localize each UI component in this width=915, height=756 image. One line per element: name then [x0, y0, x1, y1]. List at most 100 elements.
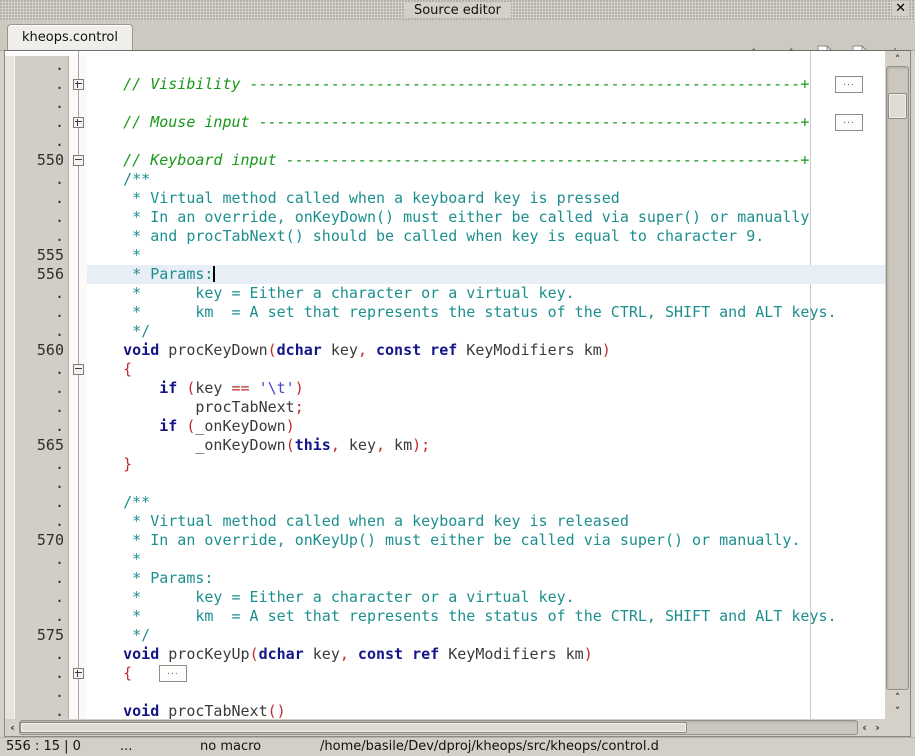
code-text: // Visibility --------------------------…: [87, 75, 885, 94]
code-line[interactable]: .: [5, 94, 885, 113]
code-line[interactable]: .: [5, 474, 885, 493]
code-line[interactable]: . void procKeyUp(dchar key, const ref Ke…: [5, 645, 885, 664]
code-line[interactable]: . {...: [5, 664, 885, 683]
code-line[interactable]: . * and procTabNext() should be called w…: [5, 227, 885, 246]
code-token: {: [87, 664, 132, 682]
tab-kheops-control[interactable]: kheops.control: [7, 24, 133, 50]
caret-position-status: 556 : 15 | 0: [6, 739, 81, 754]
code-line[interactable]: 556 * Params:: [5, 265, 885, 284]
line-dot: .: [5, 170, 69, 189]
source-editor-window: Source editor ✕ kheops.control: [0, 0, 915, 756]
horizontal-scrollbar[interactable]: ‹ ‹ ›: [5, 719, 885, 736]
fold-expand-box-icon[interactable]: [73, 668, 84, 679]
code-line[interactable]: . // Mouse input -----------------------…: [5, 113, 885, 132]
code-token: [177, 379, 186, 397]
code-token: [177, 417, 186, 435]
line-number: 555: [5, 246, 69, 265]
code-line[interactable]: . *: [5, 550, 885, 569]
code-line[interactable]: . if (key == '\t'): [5, 379, 885, 398]
code-token: key: [304, 645, 340, 663]
code-line[interactable]: . * Virtual method called when a keyboar…: [5, 189, 885, 208]
code-line[interactable]: 570 * In an override, onKeyUp() must eit…: [5, 531, 885, 550]
horizontal-scroll-track[interactable]: [19, 720, 858, 735]
scroll-right-button[interactable]: ›: [871, 720, 884, 735]
code-line[interactable]: . * km = A set that represents the statu…: [5, 303, 885, 322]
vertical-scrollbar[interactable]: ˄ ˄ ˅: [885, 51, 910, 719]
code-line[interactable]: 555 *: [5, 246, 885, 265]
code-text: * and procTabNext() should be called whe…: [87, 227, 885, 246]
folded-code-ellipsis-box[interactable]: ...: [835, 114, 863, 131]
code-token: ==: [232, 379, 250, 397]
code-line[interactable]: . {: [5, 360, 885, 379]
window-close-button[interactable]: ✕: [892, 1, 909, 16]
code-line[interactable]: 550 // Keyboard input ------------------…: [5, 151, 885, 170]
code-line[interactable]: . * key = Either a character or a virtua…: [5, 284, 885, 303]
code-line[interactable]: . * km = A set that represents the statu…: [5, 607, 885, 626]
scroll-up-button[interactable]: ˄: [886, 52, 909, 66]
code-token: // Keyboard input ----------------------…: [87, 151, 809, 169]
code-text: if (_onKeyDown): [87, 417, 885, 436]
fold-collapse-box-icon[interactable]: [73, 364, 84, 375]
code-token: key: [340, 436, 376, 454]
code-line[interactable]: . void procTabNext(): [5, 702, 885, 719]
code-token: ): [286, 417, 295, 435]
scroll-down-button[interactable]: ˅: [886, 704, 909, 718]
folded-code-ellipsis-box[interactable]: ...: [835, 76, 863, 93]
code-line[interactable]: . * In an override, onKeyDown() must eit…: [5, 208, 885, 227]
code-line[interactable]: . if (_onKeyDown): [5, 417, 885, 436]
code-token: this: [295, 436, 331, 454]
code-text: _onKeyDown(this, key, km);: [87, 436, 885, 455]
window-titlebar[interactable]: Source editor ✕: [0, 0, 915, 20]
scroll-up-button-secondary[interactable]: ˄: [886, 690, 909, 704]
code-line[interactable]: . /**: [5, 170, 885, 189]
code-line[interactable]: . procTabNext;: [5, 398, 885, 417]
code-line[interactable]: 575 */: [5, 626, 885, 645]
window-title: Source editor: [404, 3, 511, 18]
code-token: }: [87, 455, 132, 473]
code-token: * In an override, onKeyUp() must either …: [87, 531, 800, 549]
scroll-left-button-secondary[interactable]: ‹: [858, 720, 871, 735]
code-token: ,: [358, 341, 367, 359]
line-dot: .: [5, 493, 69, 512]
code-token: */: [87, 322, 150, 340]
code-line[interactable]: . * Virtual method called when a keyboar…: [5, 512, 885, 531]
fold-collapse-box-icon[interactable]: [73, 155, 84, 166]
code-token: [87, 417, 159, 435]
vertical-scroll-thumb[interactable]: [888, 93, 907, 119]
code-token: dchar: [277, 341, 322, 359]
code-line[interactable]: . * key = Either a character or a virtua…: [5, 588, 885, 607]
code-token: * In an override, onKeyDown() must eithe…: [87, 208, 809, 226]
line-dot: .: [5, 227, 69, 246]
code-line[interactable]: . /**: [5, 493, 885, 512]
code-line[interactable]: 565 _onKeyDown(this, key, km);: [5, 436, 885, 455]
code-text: [87, 132, 885, 151]
horizontal-scroll-thumb[interactable]: [20, 722, 687, 733]
code-token: dchar: [259, 645, 304, 663]
scroll-left-button[interactable]: ‹: [6, 720, 19, 735]
code-line[interactable]: . */: [5, 322, 885, 341]
code-token: ,: [331, 436, 340, 454]
folded-code-ellipsis-box[interactable]: ...: [159, 665, 187, 682]
code-viewport[interactable]: .. // Visibility -----------------------…: [5, 51, 885, 719]
code-token: * km = A set that represents the status …: [87, 607, 837, 625]
code-line[interactable]: . }: [5, 455, 885, 474]
code-text: void procKeyDown(dchar key, const ref Ke…: [87, 341, 885, 360]
code-line[interactable]: .: [5, 132, 885, 151]
fold-expand-box-icon[interactable]: [73, 79, 84, 90]
line-dot: .: [5, 94, 69, 113]
code-line[interactable]: 560 void procKeyDown(dchar key, const re…: [5, 341, 885, 360]
line-dot: .: [5, 113, 69, 132]
code-token: [250, 379, 259, 397]
code-text: {...: [87, 664, 885, 683]
code-line[interactable]: .: [5, 683, 885, 702]
text-caret: [213, 266, 215, 282]
code-text: * Params:: [87, 569, 885, 588]
code-line[interactable]: . // Visibility ------------------------…: [5, 75, 885, 94]
code-line[interactable]: .: [5, 56, 885, 75]
code-token: ,: [340, 645, 349, 663]
fold-expand-box-icon[interactable]: [73, 117, 84, 128]
line-dot: .: [5, 208, 69, 227]
vertical-scroll-track[interactable]: [886, 66, 909, 690]
line-dot: .: [5, 645, 69, 664]
code-line[interactable]: . * Params:: [5, 569, 885, 588]
